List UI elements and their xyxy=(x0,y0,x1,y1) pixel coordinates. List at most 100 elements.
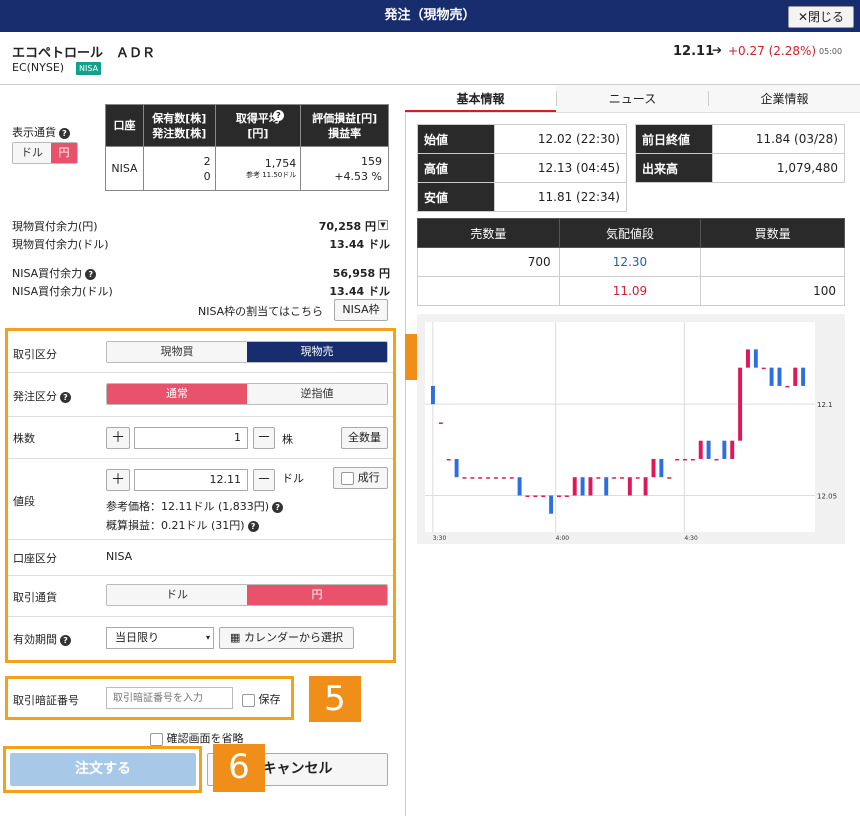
order-type-label: 発注区分? xyxy=(13,388,71,404)
tab-news[interactable]: ニュース xyxy=(556,91,708,106)
market-order-checkbox[interactable]: 成行 xyxy=(333,467,388,489)
trade-type-sell[interactable]: 現物売 xyxy=(247,342,387,362)
panel-divider xyxy=(405,84,406,816)
candle xyxy=(769,367,774,386)
candle xyxy=(541,495,546,497)
settle-yen[interactable]: 円 xyxy=(247,585,387,605)
book-buy: 100 xyxy=(700,276,845,306)
stock-exchange: EC(NYSE) xyxy=(12,61,65,74)
candle xyxy=(549,495,554,514)
currency-yen[interactable]: 円 xyxy=(51,143,77,163)
candle xyxy=(777,367,782,386)
info-label: 安値 xyxy=(417,182,495,212)
currency-toggle[interactable]: ドル 円 xyxy=(12,142,78,164)
pin-label: 取引暗証番号 xyxy=(13,694,79,707)
pin-input[interactable] xyxy=(106,687,233,709)
candle xyxy=(533,495,538,497)
tab-company-info[interactable]: 企業情報 xyxy=(708,91,860,106)
cell-avg: 1,754 参考 11.50ドル xyxy=(214,146,302,191)
nisa-link-text: NISA枠の割当てはこちら xyxy=(198,305,323,318)
qty-input[interactable]: 1 xyxy=(134,427,248,449)
order-type-normal[interactable]: 通常 xyxy=(107,384,247,404)
candle xyxy=(659,458,664,478)
tab-basic-info[interactable]: 基本情報 xyxy=(405,85,556,112)
chevron-down-icon[interactable]: ▼ xyxy=(378,220,388,230)
info-value: 12.13 (04:45) xyxy=(494,153,627,183)
candle xyxy=(738,367,743,441)
trade-type-buy[interactable]: 現物買 xyxy=(107,342,247,362)
qty-minus-button[interactable]: － xyxy=(253,427,275,449)
candle xyxy=(494,477,498,479)
help-icon[interactable]: ? xyxy=(247,520,259,532)
candle xyxy=(651,458,656,478)
settle-dollar[interactable]: ドル xyxy=(107,585,247,605)
order-book-table: 売数量 気配値段 買数量 700 12.30 11.09 100 xyxy=(417,218,845,306)
price-arrow-icon: ➔ xyxy=(712,43,723,57)
help-icon[interactable]: ? xyxy=(60,391,71,403)
candle xyxy=(470,477,475,479)
info-value: 11.84 (03/28) xyxy=(712,124,845,154)
stock-price: 12.11 xyxy=(673,44,715,59)
balance-value: 13.44 ドル xyxy=(329,285,390,298)
price-info-right: 前日終値 11.84 (03/28) 出来高 1,079,480 xyxy=(635,124,845,183)
pin-save-checkbox[interactable]: 保存 xyxy=(242,691,281,707)
intraday-chart: 12.1 12.05 3:30 4:00 4:30 xyxy=(425,322,837,542)
price-input[interactable]: 12.11 xyxy=(134,469,248,491)
candle xyxy=(690,458,695,461)
divider xyxy=(8,616,393,617)
est-pl-text: 概算損益：0.21ドル (31円)? xyxy=(106,517,259,533)
candle xyxy=(604,477,609,496)
info-label: 出来高 xyxy=(635,153,713,183)
table-row: 高値 12.13 (04:45) xyxy=(417,153,627,183)
book-sell: 700 xyxy=(417,247,560,277)
info-label: 前日終値 xyxy=(635,124,713,154)
price-plus-button[interactable]: ＋ xyxy=(106,469,130,491)
calendar-button[interactable]: ▦ カレンダーから選択 xyxy=(219,627,354,649)
nisa-frame-button[interactable]: NISA枠 xyxy=(334,299,388,321)
help-icon[interactable]: ? xyxy=(272,501,284,513)
balance-value: 13.44 ドル xyxy=(329,238,390,251)
x-tick-label: 4:00 xyxy=(556,535,570,542)
order-type-stop[interactable]: 逆指値 xyxy=(247,384,387,404)
candle xyxy=(501,477,506,479)
candle xyxy=(746,349,750,368)
cell-pl: 159 +4.53 % xyxy=(300,146,389,191)
candle xyxy=(478,477,483,479)
trade-type-label: 取引区分 xyxy=(13,348,57,361)
candle xyxy=(714,458,719,461)
submit-order-button[interactable]: 注文する xyxy=(10,753,196,786)
book-price: 12.30 xyxy=(558,247,702,277)
help-icon[interactable]: ? xyxy=(273,110,284,121)
info-value: 12.02 (22:30) xyxy=(494,124,627,154)
ref-price-text: 参考価格：12.11ドル (1,833円)? xyxy=(106,498,284,514)
candle xyxy=(612,477,617,479)
settle-currency-toggle[interactable]: ドル 円 xyxy=(106,584,388,606)
price-minus-button[interactable]: － xyxy=(253,469,275,491)
chevron-down-icon: ▾ xyxy=(205,633,210,642)
candle xyxy=(509,477,514,479)
y-tick-label: 12.05 xyxy=(817,492,837,500)
help-icon[interactable]: ? xyxy=(60,634,71,646)
info-value: 11.81 (22:34) xyxy=(494,182,627,212)
candle xyxy=(438,422,443,424)
candle xyxy=(462,477,467,479)
currency-dollar[interactable]: ドル xyxy=(13,143,51,163)
order-type-toggle[interactable]: 通常 逆指値 xyxy=(106,383,388,405)
table-row: 前日終値 11.84 (03/28) xyxy=(635,124,845,154)
balance-value: 56,958 円 xyxy=(332,267,390,280)
th-avg: 取得平均 [円] xyxy=(214,104,302,147)
all-qty-button[interactable]: 全数量 xyxy=(341,427,388,449)
divider xyxy=(8,372,393,373)
th-quote-price: 気配値段 xyxy=(558,218,702,248)
expiry-select[interactable]: 当日限り ▾ xyxy=(106,627,214,649)
help-icon[interactable]: ? xyxy=(85,268,97,280)
candle xyxy=(596,477,601,479)
qty-plus-button[interactable]: ＋ xyxy=(106,427,130,449)
help-icon[interactable]: ? xyxy=(59,127,70,139)
candle xyxy=(667,477,672,479)
candle xyxy=(580,477,585,496)
close-button[interactable]: ✕閉じる xyxy=(788,6,854,28)
th-held: 保有数[株] 発注数[株] xyxy=(142,104,216,147)
book-sell xyxy=(417,276,560,306)
trade-type-toggle[interactable]: 現物買 現物売 xyxy=(106,341,388,363)
